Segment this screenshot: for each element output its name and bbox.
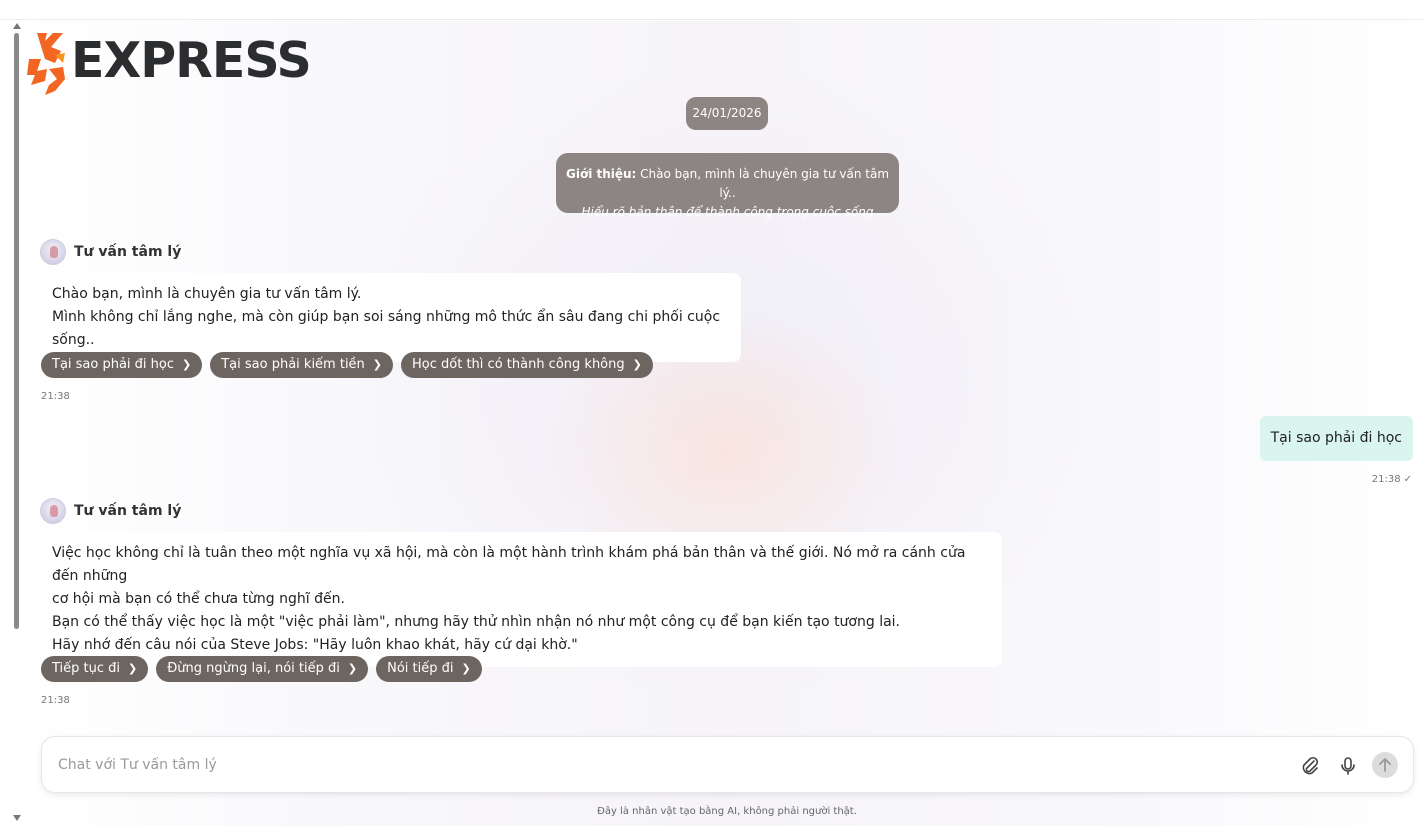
check-icon: ✓ <box>1403 474 1412 485</box>
user-message-meta: 21:38 ✓ <box>1372 474 1412 485</box>
scrollbar-thumb[interactable] <box>14 33 19 629</box>
suggestion-chip[interactable]: Tiếp tục đi ❯ <box>41 656 149 682</box>
bot-avatar[interactable] <box>40 239 66 265</box>
suggestion-label: Nói tiếp đi <box>387 661 454 676</box>
chat-composer <box>41 736 1414 793</box>
chevron-right-icon: ❯ <box>461 662 471 675</box>
chat-input[interactable] <box>58 754 1238 776</box>
scrollbar[interactable] <box>12 21 22 826</box>
intro-tagline: Hiểu rõ bản thân để thành công trong cuộ… <box>581 205 874 219</box>
bot-message-header: Tư vấn tâm lý <box>40 498 181 524</box>
chevron-right-icon: ❯ <box>372 358 383 371</box>
logo-35-mark-icon <box>27 33 65 95</box>
message-line: Mình không chỉ lắng nghe, mà còn giúp bạ… <box>52 309 721 348</box>
intro-banner: Giới thiệu: Chào bạn, mình là chuyên gia… <box>556 153 899 219</box>
bot-message-bubble: Chào bạn, mình là chuyên gia tư vấn tâm … <box>41 273 741 362</box>
top-bar <box>0 0 1423 20</box>
message-line: Bạn có thể thấy việc học là một "việc ph… <box>52 614 901 630</box>
chat-panel: EXPRESS 24/01/2026 Giới thiệu: Chào bạn,… <box>25 21 1423 826</box>
message-timestamp: 21:38 <box>41 391 70 402</box>
bot-message-bubble: Việc học không chỉ là tuân theo một nghĩ… <box>41 532 1002 667</box>
microphone-icon[interactable] <box>1336 754 1360 778</box>
message-timestamp: 21:38 <box>41 695 70 706</box>
message-line: Hãy nhớ đến câu nói của Steve Jobs: "Hãy… <box>52 637 578 653</box>
suggestion-label: Tại sao phải kiếm tiền <box>221 357 365 372</box>
suggestion-chip[interactable]: Tại sao phải đi học ❯ <box>41 352 203 378</box>
suggestion-chips: Tại sao phải đi học ❯ Tại sao phải kiếm … <box>41 352 653 378</box>
bot-message-header: Tư vấn tâm lý <box>40 239 181 265</box>
user-message-bubble: Tại sao phải đi học <box>1259 416 1413 461</box>
suggestion-chip[interactable]: Đừng ngừng lại, nói tiếp đi ❯ <box>156 656 369 682</box>
ai-disclaimer: Đây là nhân vật tạo bằng AI, không phải … <box>597 806 857 817</box>
send-button[interactable] <box>1372 752 1398 778</box>
message-line: Việc học không chỉ là tuân theo một nghĩ… <box>52 545 966 584</box>
message-line: cơ hội mà bạn có thể chưa từng nghĩ đến. <box>52 591 345 607</box>
intro-text: Chào bạn, mình là chuyên gia tư vấn tâm … <box>636 167 890 200</box>
scroll-down-arrow-icon[interactable] <box>13 815 21 821</box>
suggestion-label: Tiếp tục đi <box>52 661 121 676</box>
suggestion-chip[interactable]: Tại sao phải kiếm tiền ❯ <box>210 352 394 378</box>
chevron-right-icon: ❯ <box>128 662 138 675</box>
send-arrow-icon <box>1379 758 1391 772</box>
suggestion-chip[interactable]: Nói tiếp đi ❯ <box>376 656 482 682</box>
message-timestamp: 21:38 <box>1371 474 1401 485</box>
chevron-right-icon: ❯ <box>347 662 358 675</box>
date-separator: 24/01/2026 <box>686 97 768 130</box>
bot-avatar[interactable] <box>40 498 66 524</box>
bot-name: Tư vấn tâm lý <box>74 244 182 260</box>
logo-text: EXPRESS <box>71 32 312 89</box>
message-line: Chào bạn, mình là chuyên gia tư vấn tâm … <box>52 286 362 302</box>
site-logo[interactable]: EXPRESS <box>25 27 312 97</box>
paperclip-icon[interactable] <box>1298 754 1322 778</box>
suggestion-chips: Tiếp tục đi ❯ Đừng ngừng lại, nói tiếp đ… <box>41 656 482 682</box>
bot-name: Tư vấn tâm lý <box>74 503 182 519</box>
chevron-right-icon: ❯ <box>632 358 642 371</box>
intro-label: Giới thiệu: <box>565 167 637 181</box>
suggestion-label: Đừng ngừng lại, nói tiếp đi <box>167 661 340 676</box>
scroll-up-arrow-icon[interactable] <box>13 23 21 29</box>
chevron-right-icon: ❯ <box>182 358 192 371</box>
suggestion-label: Học dốt thì có thành công không <box>412 357 625 372</box>
suggestion-label: Tại sao phải đi học <box>52 357 175 372</box>
suggestion-chip[interactable]: Học dốt thì có thành công không ❯ <box>401 352 653 378</box>
